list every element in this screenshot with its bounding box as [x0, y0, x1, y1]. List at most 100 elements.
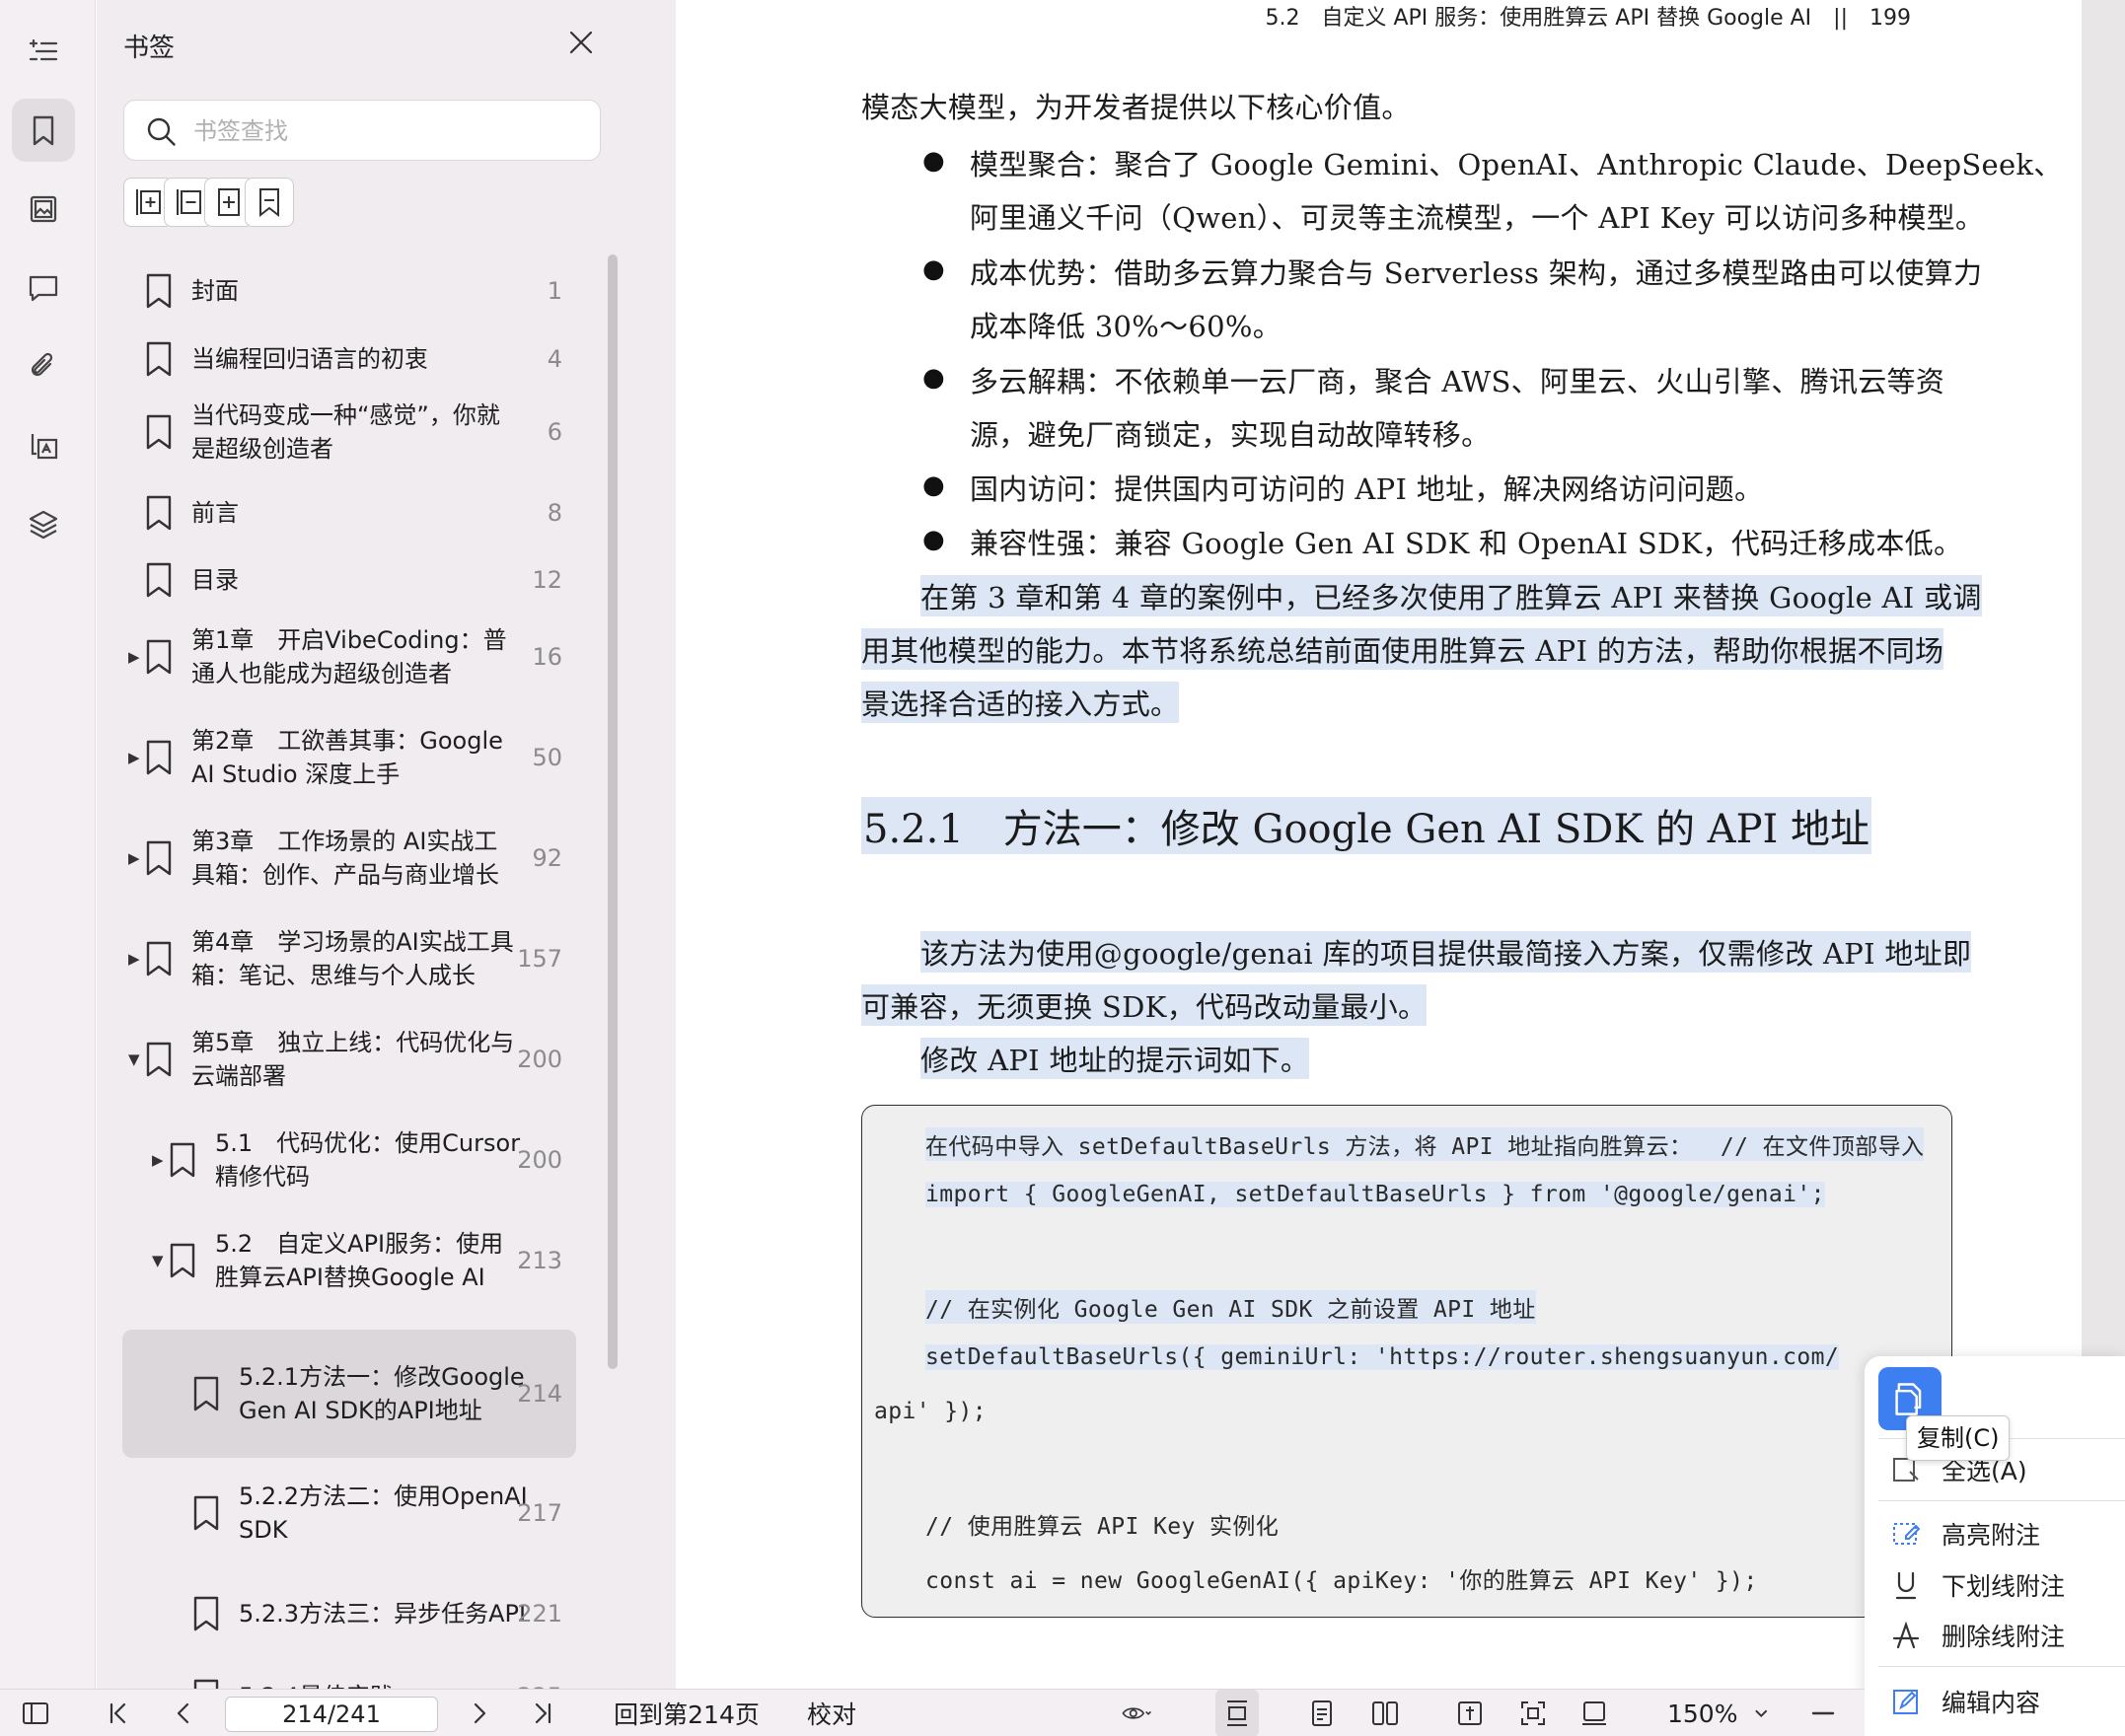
bookmark-item[interactable]: ▶ 第1章 开启VibeCoding：普通人也能成为超级创造者 16: [122, 612, 576, 702]
collapsed-caret-icon[interactable]: ▶: [128, 648, 142, 666]
bookmark-item[interactable]: 5.2.4最佳实践225: [122, 1669, 576, 1689]
bookmark-icon: [193, 1679, 219, 1689]
zoom-out-icon[interactable]: [1801, 1690, 1845, 1736]
bookmark-item[interactable]: 当编程回归语言的初衷 4: [122, 331, 576, 387]
bookmark-page-number: 16: [532, 643, 562, 671]
last-page-icon[interactable]: [521, 1690, 564, 1736]
selected-paragraph-line[interactable]: 景选择合适的接入方式。: [861, 682, 1180, 723]
bookmark-label: 5.2.3方法三：异步任务API: [239, 1600, 527, 1628]
bookmark-page-number: 213: [517, 1247, 562, 1274]
fit-page-icon[interactable]: [1448, 1690, 1492, 1736]
strikethrough-note-menu-item[interactable]: 删除线附注: [1890, 1616, 2065, 1655]
fit-width-icon[interactable]: [1215, 1690, 1259, 1736]
bookmark-item[interactable]: ▶ 5.1 代码优化：使用Cursor精修代码 200: [122, 1115, 576, 1205]
bookmark-item[interactable]: ▶ 第4章 学习场景的AI实战工具箱：笔记、思维与个人成长 157: [122, 913, 576, 1004]
bookmark-icon: [146, 740, 172, 775]
menu-separator: [1878, 1666, 2125, 1667]
previous-page-icon[interactable]: [162, 1690, 205, 1736]
bookmark-item[interactable]: 当代码变成一种“感觉”，你就是超级创造者 6: [122, 391, 576, 473]
highlight-note-menu-item[interactable]: 高亮附注: [1890, 1514, 2040, 1554]
bookmark-item[interactable]: 5.2.1方法一：修改Google Gen AI SDK的API地址 214: [122, 1330, 576, 1458]
bullet-2-line-2: 成本降低 30%～60%。: [970, 310, 1282, 343]
intro-line: 模态大模型，为开发者提供以下核心价值。: [861, 91, 1411, 124]
bookmark-item[interactable]: ▶ 第3章 工作场景的 AI实战工具箱：创作、产品与商业增长 92: [122, 813, 576, 904]
bookmark-page-number: 221: [517, 1600, 562, 1628]
bookmark-search-box: [123, 100, 601, 161]
selected-paragraph-line[interactable]: 在第 3 章和第 4 章的案例中，已经多次使用了胜算云 API 来替换 Goog…: [920, 575, 1982, 616]
bookmark-icon: [146, 414, 172, 450]
search-icon: [144, 114, 178, 148]
bookmark-label: 当编程回归语言的初衷: [191, 345, 428, 373]
bullet-5-line-1: 兼容性强：兼容 Google Gen AI SDK 和 OpenAI SDK，代…: [970, 527, 1963, 560]
collapsed-caret-icon[interactable]: ▶: [128, 950, 142, 968]
view-mode-eye-icon[interactable]: [1105, 1690, 1168, 1736]
two-page-icon[interactable]: [1363, 1690, 1407, 1736]
left-icon-rail: [0, 0, 96, 1689]
layers-panel-icon[interactable]: [12, 493, 75, 556]
bookmark-icon: [193, 1376, 219, 1411]
proofread-button[interactable]: 校对: [797, 1690, 866, 1736]
bookmark-item[interactable]: ▼ 第5章 独立上线：代码优化与云端部署 200: [122, 1014, 576, 1105]
bookmark-item[interactable]: ▼ 5.2 自定义API服务：使用胜算云API替换Google AI 213: [122, 1215, 576, 1306]
bullet-dot: ●: [922, 146, 945, 176]
bookmark-scrollbar[interactable]: [608, 254, 618, 1369]
bullet-dot: ●: [922, 470, 945, 500]
bookmark-item[interactable]: 目录 12: [122, 552, 576, 608]
selected-paragraph-line[interactable]: 可兼容，无须更换 SDK，代码改动量最小。: [861, 984, 1428, 1026]
context-menu: 全选(A) 高亮附注 下划线附注 删除线附注 编辑内容: [1865, 1356, 2125, 1736]
go-back-to-page-button[interactable]: 回到第214页: [608, 1690, 766, 1736]
single-page-icon[interactable]: [1300, 1690, 1344, 1736]
bookmark-search-input[interactable]: [193, 110, 588, 152]
section-heading[interactable]: 5.2.1 方法一：修改 Google Gen AI SDK 的 API 地址: [861, 797, 1871, 854]
bookmark-icon: [146, 1042, 172, 1077]
bookmark-page-number: 8: [547, 499, 562, 527]
bookmark-label: 第5章 独立上线：代码优化与云端部署: [191, 1029, 515, 1090]
menu-separator: [1878, 1500, 2125, 1501]
collapsed-caret-icon[interactable]: ▶: [128, 749, 142, 766]
first-page-icon[interactable]: [97, 1690, 140, 1736]
code-block[interactable]: 在代码中导入 setDefaultBaseUrls 方法，将 API 地址指向胜…: [861, 1105, 1952, 1618]
image-panel-icon[interactable]: [12, 178, 75, 241]
selected-paragraph-line[interactable]: 用其他模型的能力。本节将系统总结前面使用胜算云 API 的方法，帮助你根据不同场: [861, 628, 1944, 670]
expanded-caret-icon[interactable]: ▼: [152, 1252, 166, 1269]
bookmark-panel-icon[interactable]: [12, 99, 75, 162]
selected-paragraph-line[interactable]: 修改 API 地址的提示词如下。: [920, 1038, 1310, 1079]
close-icon[interactable]: [564, 26, 598, 59]
bullet-dot: ●: [922, 525, 945, 554]
fullscreen-icon[interactable]: [1573, 1690, 1616, 1736]
bullet-2-line-1: 成本优势：借助多云算力聚合与 Serverless 架构，通过多模型路由可以使算…: [970, 256, 1983, 290]
zoom-level-value: 150%: [1667, 1699, 1738, 1728]
comment-panel-icon[interactable]: [12, 256, 75, 320]
collapsed-caret-icon[interactable]: ▶: [128, 849, 142, 867]
collapsed-caret-icon[interactable]: ▶: [152, 1151, 166, 1169]
bookmark-item[interactable]: 封面 1: [122, 263, 576, 319]
delete-bookmark-icon[interactable]: [245, 178, 294, 227]
bookmark-item[interactable]: 5.2.3方法三：异步任务API 221: [122, 1568, 576, 1659]
attachment-panel-icon[interactable]: [12, 335, 75, 398]
bookmark-item[interactable]: ▶ 第2章 工欲善其事：Google AI Studio 深度上手 50: [122, 712, 576, 803]
bookmark-list: 封面 1 当编程回归语言的初衷 4 当代码变成一种“感觉”，你就是超级创造者 6 前言 8 目录…: [97, 247, 676, 1689]
page-number-input[interactable]: 214/241: [225, 1697, 438, 1732]
bookmark-item[interactable]: 5.2.2方法二：使用OpenAI SDK 217: [122, 1468, 576, 1558]
bookmark-label: 5.2.2方法二：使用OpenAI SDK: [239, 1483, 528, 1544]
menu-item-label: 编辑内容: [1942, 1689, 2041, 1717]
next-page-icon[interactable]: [458, 1690, 501, 1736]
underline-note-menu-item[interactable]: 下划线附注: [1890, 1565, 2065, 1605]
edit-content-menu-item[interactable]: 编辑内容: [1890, 1682, 2040, 1721]
signature-panel-icon[interactable]: [12, 414, 75, 477]
bookmark-item[interactable]: 前言 8: [122, 485, 576, 541]
bookmark-page-number: 217: [517, 1499, 562, 1527]
expanded-caret-icon[interactable]: ▼: [128, 1050, 142, 1068]
zoom-level-select[interactable]: 150%: [1667, 1690, 1776, 1736]
actual-size-icon[interactable]: [1511, 1690, 1555, 1736]
selected-paragraph-line[interactable]: 该方法为使用@google/genai 库的项目提供最简接入方案，仅需修改 AP…: [920, 931, 1972, 973]
outline-toggle-icon[interactable]: [12, 20, 75, 83]
code-line: const ai = new GoogleGenAI({ apiKey: '你的…: [925, 1568, 1758, 1594]
code-line: import { GoogleGenAI, setDefaultBaseUrls…: [925, 1182, 1825, 1207]
sidebar-toggle-icon[interactable]: [14, 1690, 57, 1736]
bookmark-page-number: 157: [517, 945, 562, 973]
bookmark-page-number: 12: [532, 566, 562, 594]
bookmark-page-number: 92: [532, 844, 562, 872]
bookmark-panel: 书签 封面 1 当编程回归语言的初衷 4 当代码变成一种“感觉”，你就是超级创造者 6 前言…: [97, 0, 676, 1689]
bookmark-icon: [146, 941, 172, 976]
